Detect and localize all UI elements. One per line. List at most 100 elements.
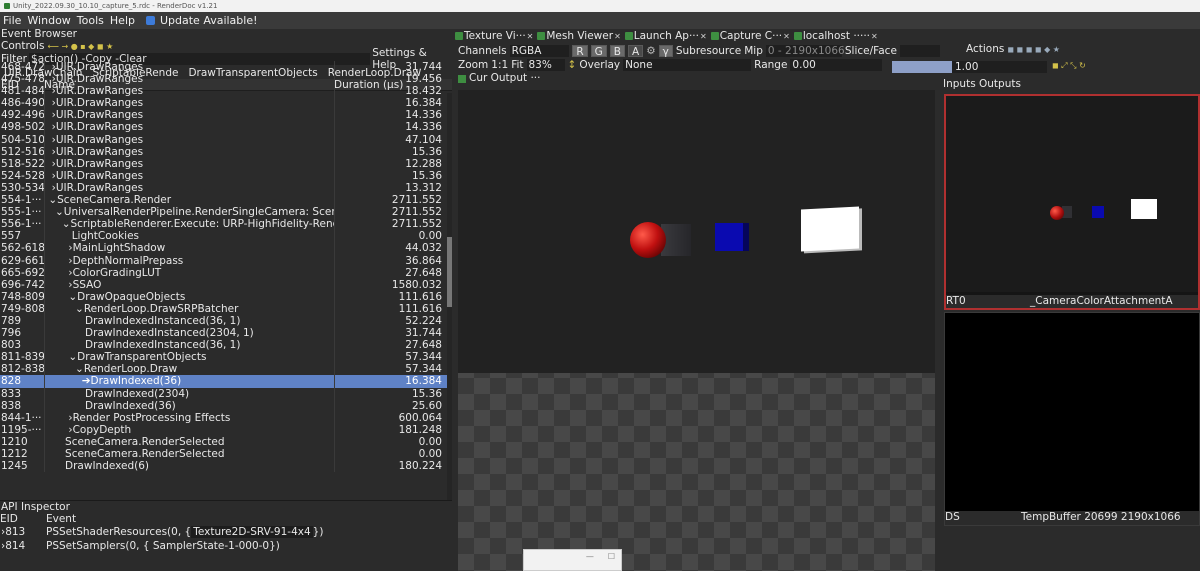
event-row[interactable]: 555-1··· ⌄UniversalRenderPipeline.Render… [0,206,452,219]
menu-window[interactable]: Window [24,14,73,27]
range-tool-icons[interactable]: ◼ ⤢ ⤡ ↻ [1052,61,1086,71]
event-row[interactable]: 1245 DrawIndexed(6) 180.224 [0,460,452,473]
channel-g-toggle[interactable]: G [590,44,607,58]
resource-link[interactable]: Texture2D-SRV-91-4x4 [191,526,313,538]
event-name: ›DepthNormalPrepass [44,254,334,267]
mip-select[interactable]: 0 - 2190x1066 [765,44,845,57]
close-icon[interactable]: ✕ [527,32,534,41]
texture-viewer-panel: Texture Vi··· ✕ Mesh Viewer ✕ Launch Ap···… [455,29,940,571]
range-min-input[interactable]: 0.00 [790,59,883,71]
close-icon[interactable]: ✕ [783,32,790,41]
event-duration: 27.648 [334,266,444,279]
tab-label: Texture Vi··· [464,30,526,42]
minimize-icon[interactable]: — [586,552,594,570]
menu-tools[interactable]: Tools [74,14,107,27]
update-available-link[interactable]: Update Available! [157,14,261,27]
event-row[interactable]: 811-839 ⌄DrawTransparentObjects 57.344 [0,351,452,364]
event-row[interactable]: 696-742 ›SSAO 1580.032 [0,278,452,291]
gamma-toggle[interactable]: γ [658,44,673,58]
channel-b-toggle[interactable]: B [609,44,625,58]
event-row[interactable]: 749-808 ⌄RenderLoop.DrawSRPBatcher 111.61… [0,302,452,315]
channel-a-toggle[interactable]: A [628,44,644,58]
toolbar-icons[interactable]: ⟵ → ● ▪ ◆ ◼ ★ [47,42,113,51]
cur-output-label[interactable]: Cur Output ··· [469,72,540,85]
event-row[interactable]: 557 LightCookies 0.00 [0,230,452,243]
event-row[interactable]: 475-478 ›UIR.DrawRanges 19.456 [0,73,452,86]
event-row[interactable]: 492-496 ›UIR.DrawRanges 14.336 [0,109,452,122]
menu-file[interactable]: File [0,14,24,27]
api-row[interactable]: ›814 PSSetSamplers(0, { SamplerState-1-0… [0,539,452,553]
event-row[interactable]: 789 DrawIndexedInstanced(36, 1) 52.224 [0,314,452,328]
inputs-tab[interactable]: Inputs [943,78,976,90]
zoom-select[interactable]: 83% [526,59,565,71]
rt0-thumbnail[interactable]: RT0 _CameraColorAttachmentA [944,94,1200,310]
output-header: Cur Output ··· [455,72,940,85]
overlay-select[interactable]: None [623,59,752,71]
tab-localhost[interactable]: localhost ····· ✕ [793,30,878,42]
event-row[interactable]: 498-502 ›UIR.DrawRanges 14.336 [0,121,452,134]
slice-face-select[interactable] [899,44,940,57]
flip-icon[interactable]: ↕ [568,59,577,71]
channels-select[interactable]: RGBA [509,44,570,57]
event-row[interactable]: 828 ➔DrawIndexed(36) 16.384 [0,375,452,388]
maximize-icon[interactable]: ☐ [608,552,615,570]
event-row[interactable]: 554-1··· ⌄SceneCamera.Render 2711.552 [0,194,452,207]
tab-texture-viewer[interactable]: Texture Vi··· ✕ [455,30,533,42]
tab-icon [710,32,719,40]
ds-thumbnail[interactable]: DS TempBuffer 20699 2190x1066 [944,312,1200,526]
event-row[interactable]: 504-510 ›UIR.DrawRanges 47.104 [0,133,452,146]
event-name: ›UIR.DrawRanges [44,85,334,98]
event-row[interactable]: 796 DrawIndexedInstanced(2304, 1) 31.744 [0,327,452,340]
outputs-tab[interactable]: Outputs [979,78,1021,90]
fit-button[interactable]: Fit [511,59,523,71]
action-icons[interactable]: ◼ ◼ ◼ ◼ ◆ ★ [1007,45,1060,54]
api-row[interactable]: ›813 PSSetShaderResources(0, { Texture2D… [0,525,452,539]
event-row[interactable]: 562-618 ›MainLightShadow 44.032 [0,242,452,255]
close-icon[interactable]: ✕ [871,32,878,41]
event-list-scrollbar[interactable] [447,93,452,501]
tab-label: Launch Ap··· [633,30,699,42]
event-row[interactable]: 486-490 ›UIR.DrawRanges 16.384 [0,97,452,110]
event-eid: 512-516 [1,145,44,158]
event-row[interactable]: 518-522 ›UIR.DrawRanges 12.288 [0,157,452,170]
event-row[interactable]: 838 DrawIndexed(36) 25.60 [0,399,452,412]
event-row[interactable]: 556-1··· ⌄ScriptableRenderer.Execute: UR… [0,218,452,231]
tab-capture-connection[interactable]: Capture C··· ✕ [710,30,790,42]
range-max-input[interactable]: 1.00 [952,61,1047,73]
tab-mesh-viewer[interactable]: Mesh Viewer ✕ [537,30,621,42]
event-duration: 47.104 [334,133,444,146]
event-row[interactable]: 512-516 ›UIR.DrawRanges 15.36 [0,145,452,158]
zoom-1to1-button[interactable]: 1:1 [491,59,508,71]
ds-label: DS [945,511,960,523]
event-row[interactable]: 803 DrawIndexedInstanced(36, 1) 27.648 [0,339,452,352]
event-eid: 1212 [1,448,28,460]
event-row[interactable]: 1212 SceneCamera.RenderSelected 0.00 [0,448,452,461]
tab-launch-application[interactable]: Launch Ap··· ✕ [624,30,707,42]
range-slider[interactable] [892,61,952,73]
event-eid: 811-839 [1,351,44,364]
event-row[interactable]: 524-528 ›UIR.DrawRanges 15.36 [0,169,452,182]
rendered-texture[interactable] [458,90,935,373]
event-row[interactable]: 748-809 ⌄DrawOpaqueObjects 111.616 [0,290,452,303]
scrollbar-thumb[interactable] [447,237,452,307]
event-row[interactable]: 1195-··· ›CopyDepth 181.248 [0,423,452,436]
event-row[interactable]: 481-484 ›UIR.DrawRanges 18.432 [0,85,452,98]
event-row[interactable]: 1210 SceneCamera.RenderSelected 0.00 [0,435,452,448]
event-row[interactable]: 629-661 ›DepthNormalPrepass 36.864 [0,254,452,267]
close-icon[interactable]: ✕ [614,32,621,41]
event-eid: 555-1··· [1,206,42,219]
event-name: ›UIR.DrawRanges [44,145,334,158]
settings-icon[interactable]: ⚙ [646,45,655,57]
event-row[interactable]: 812-838 ⌄RenderLoop.Draw 57.344 [0,363,452,376]
texture-viewport[interactable] [458,90,935,571]
channel-r-toggle[interactable]: R [572,44,588,58]
channels-label: Channels [458,44,507,57]
event-row[interactable]: 844-1··· ›Render PostProcessing Effects 6… [0,411,452,424]
event-row[interactable]: 530-534 ›UIR.DrawRanges 13.312 [0,181,452,195]
floating-window[interactable]: — ☐ [523,549,622,571]
event-row[interactable]: 833 DrawIndexed(2304) 15.36 [0,387,452,400]
menu-help[interactable]: Help [107,14,138,27]
event-row[interactable]: 665-692 ›ColorGradingLUT 27.648 [0,266,452,279]
close-icon[interactable]: ✕ [700,32,707,41]
event-row[interactable]: 468-472 ›UIR.DrawRanges 31.744 [0,61,452,74]
